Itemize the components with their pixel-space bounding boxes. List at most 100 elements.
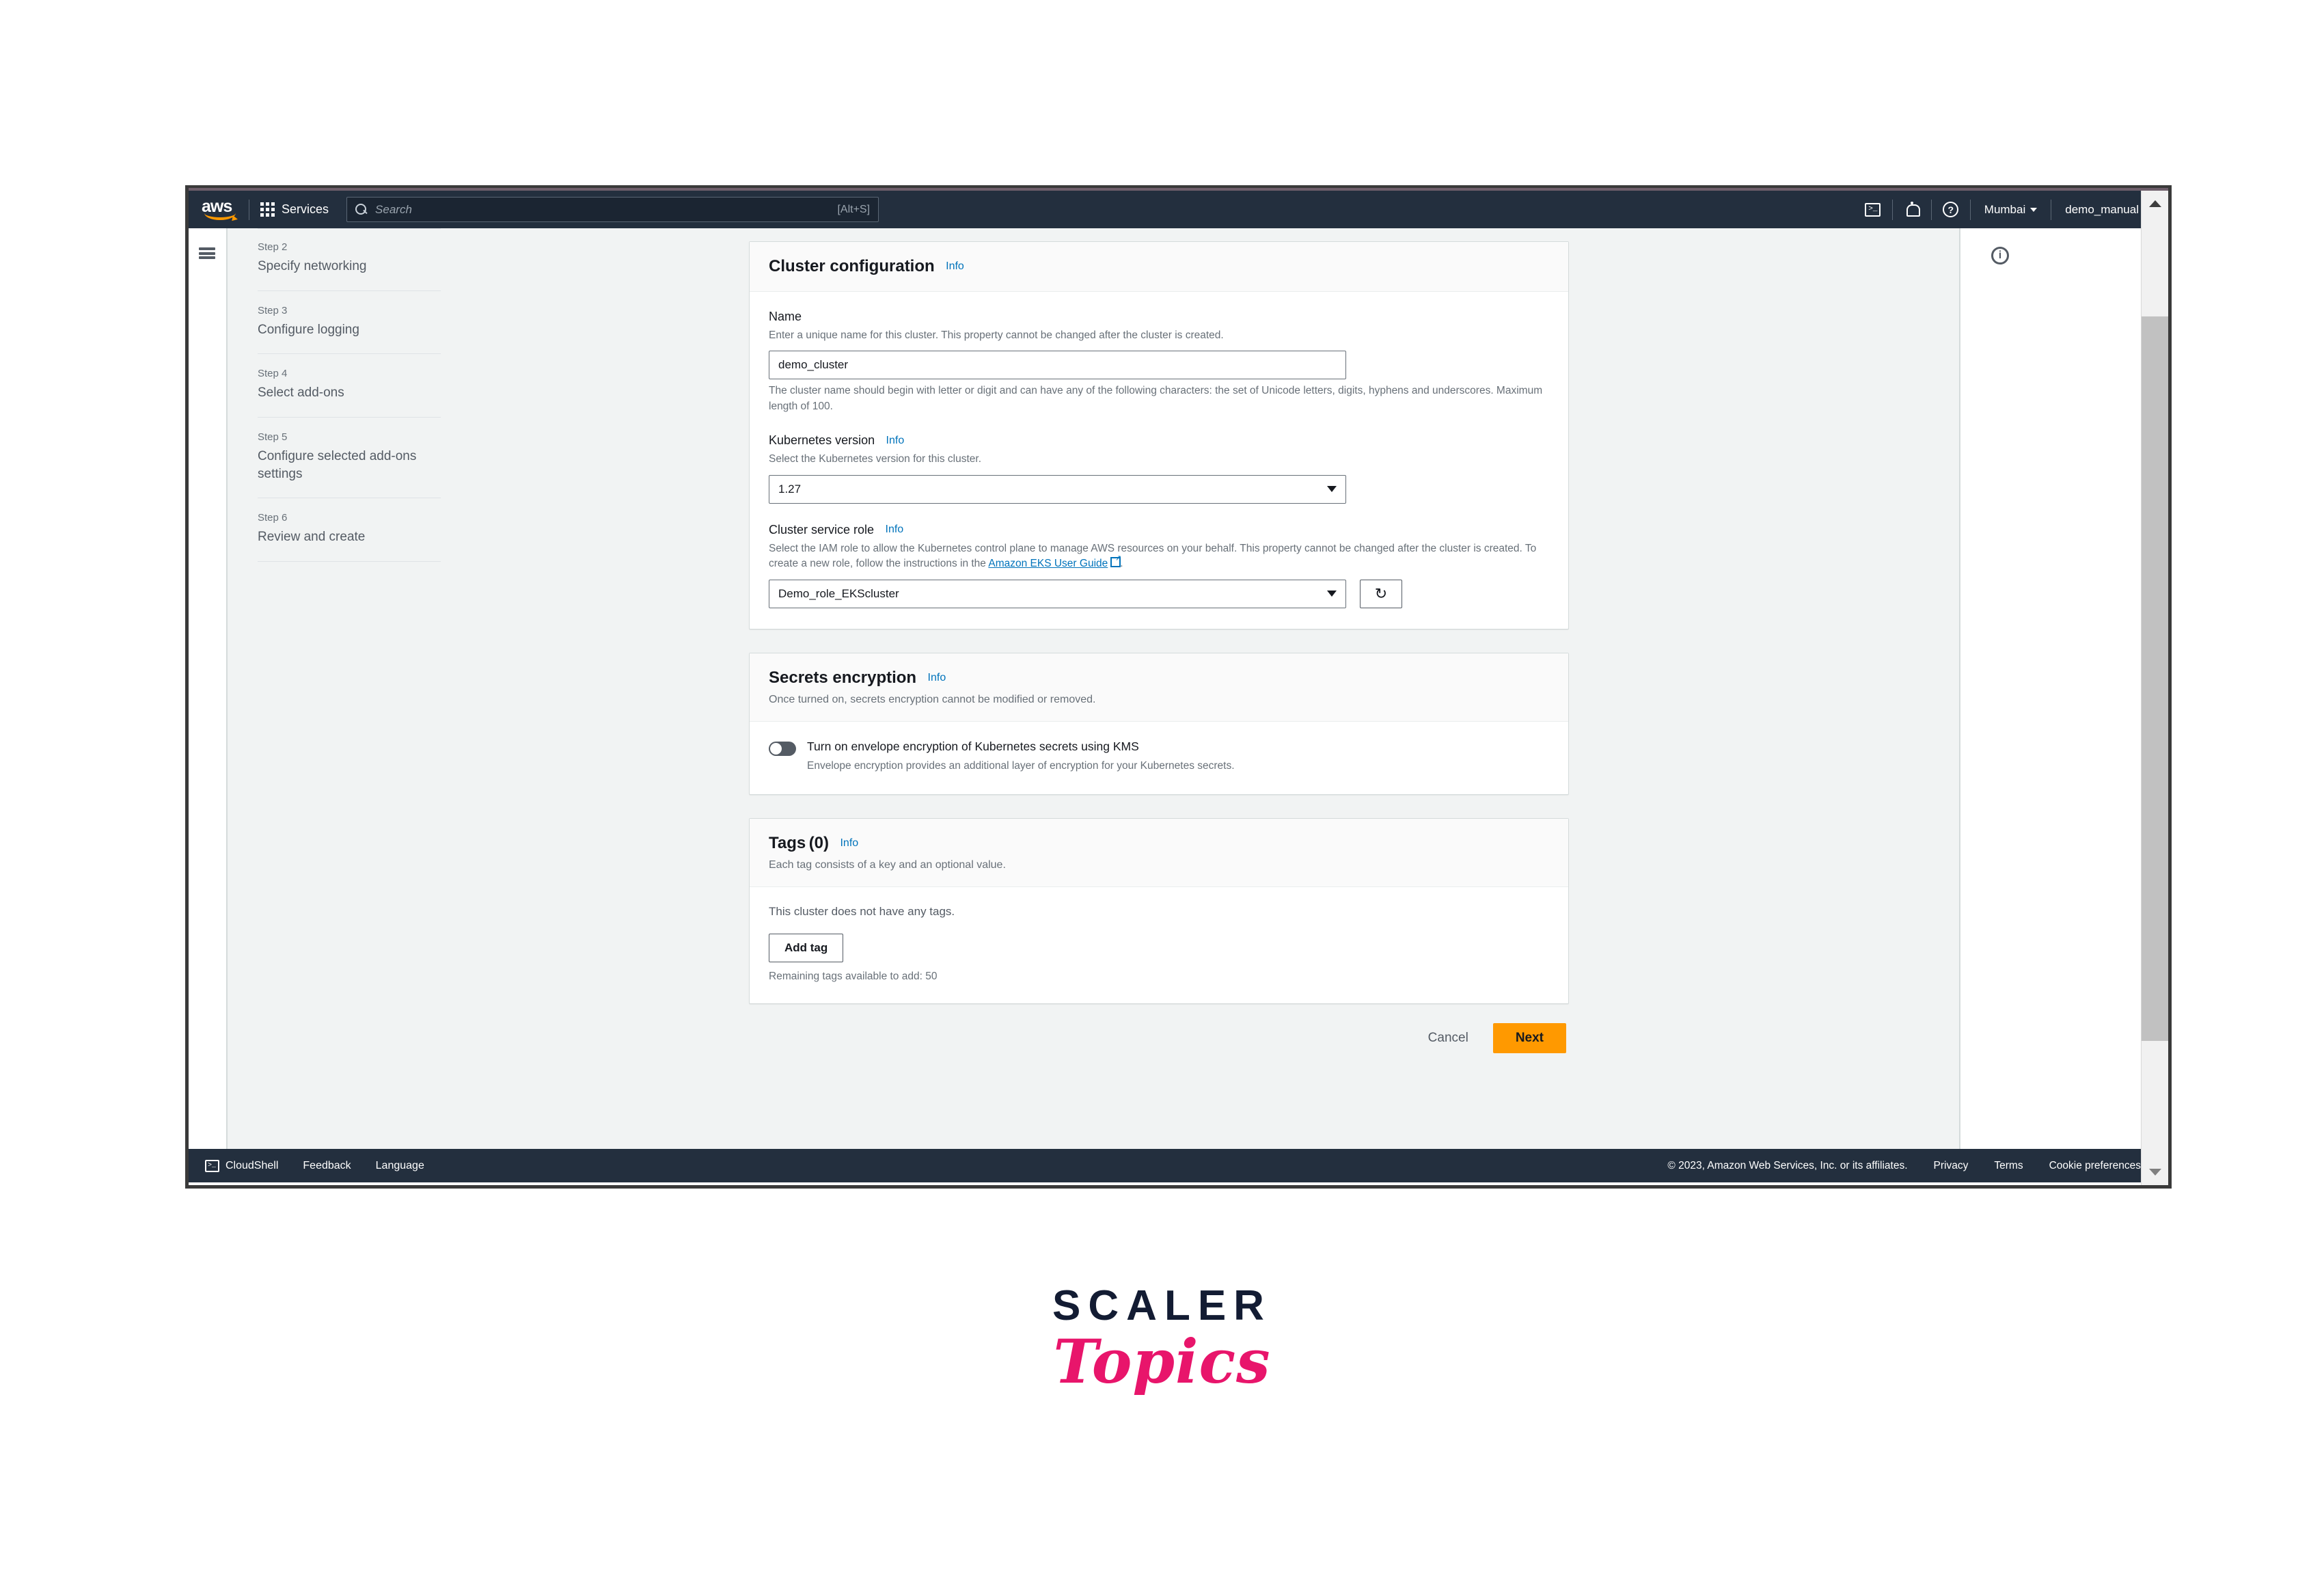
search-shortcut-hint: [Alt+S]: [837, 203, 871, 215]
secrets-encryption-card: Secrets encryption Info Once turned on, …: [749, 652, 1569, 796]
footer-feedback-link[interactable]: Feedback: [303, 1160, 351, 1172]
cluster-name-value: demo_cluster: [778, 358, 849, 372]
hamburger-menu-icon[interactable]: [199, 247, 215, 259]
refresh-icon: ↻: [1374, 584, 1388, 602]
envelope-encryption-label: Turn on envelope encryption of Kubernete…: [807, 739, 1139, 753]
step-title: Configure logging: [258, 322, 359, 337]
envelope-encryption-toggle[interactable]: [769, 741, 796, 756]
footer-cloudshell-label: CloudShell: [225, 1159, 279, 1171]
refresh-roles-button[interactable]: ↻: [1360, 579, 1402, 608]
footer-privacy-link[interactable]: Privacy: [1934, 1160, 1969, 1172]
notifications-button[interactable]: [1893, 191, 1931, 228]
step-title: Select add-ons: [258, 385, 344, 401]
card-body: This cluster does not have any tags. Add…: [750, 887, 1568, 1003]
aws-smile-icon: [204, 213, 236, 220]
card-body: Name Enter a unique name for this cluste…: [750, 292, 1568, 629]
cluster-create-form: Cluster configuration Info Name Enter a …: [749, 241, 1569, 1054]
info-link[interactable]: Info: [946, 260, 964, 273]
hint-text-part1: Select the IAM role to allow the Kuberne…: [769, 542, 1537, 570]
scroll-up-button[interactable]: [2142, 191, 2168, 217]
bell-icon: [1905, 201, 1920, 217]
field-kubernetes-version: Kubernetes version Info Select the Kuber…: [769, 433, 1549, 504]
footer-terms-link[interactable]: Terms: [1994, 1160, 2023, 1172]
card-body: Turn on envelope encryption of Kubernete…: [750, 722, 1568, 794]
footer-language-link[interactable]: Language: [376, 1160, 424, 1172]
tags-description: Each tag consists of a key and an option…: [769, 859, 1006, 871]
account-label: demo_manual: [2065, 202, 2139, 216]
chevron-down-icon: [1327, 591, 1337, 597]
tags-remaining-text: Remaining tags available to add: 50: [769, 971, 938, 983]
field-cluster-service-role: Cluster service role Info Select the IAM…: [769, 523, 1549, 608]
external-link-icon: [1110, 555, 1121, 568]
service-role-row: Demo_role_EKScluster ↻: [769, 572, 1549, 608]
step-kicker: Step 4: [258, 368, 288, 380]
card-header: Tags (0) Info Each tag consists of a key…: [750, 819, 1568, 888]
kubernetes-version-label: Kubernetes version: [769, 433, 875, 448]
name-constraint: The cluster name should begin with lette…: [769, 385, 1543, 412]
cluster-name-input[interactable]: demo_cluster: [769, 351, 1346, 380]
add-tag-button[interactable]: Add tag: [769, 934, 844, 963]
info-link[interactable]: Info: [886, 524, 904, 536]
service-role-label: Cluster service role: [769, 522, 875, 537]
toggle-knob: [770, 742, 782, 755]
chevron-down-icon: [1327, 486, 1337, 493]
info-link[interactable]: Info: [886, 435, 905, 447]
wizard-actions: Cancel Next: [749, 1023, 1569, 1054]
info-link[interactable]: Info: [840, 837, 858, 850]
page-title: Cluster configuration: [769, 257, 935, 275]
service-role-value: Demo_role_EKScluster: [778, 586, 899, 600]
tags-title: Tags: [769, 834, 806, 853]
step-kicker: Step 3: [258, 304, 288, 316]
region-label: Mumbai: [1984, 202, 2026, 216]
cloudshell-button[interactable]: [1854, 191, 1892, 228]
kubernetes-version-value: 1.27: [778, 482, 802, 496]
info-circle-icon[interactable]: i: [1991, 247, 2009, 264]
search-placeholder: Search: [375, 202, 412, 216]
step-title: Configure selected add-ons settings: [258, 448, 417, 481]
scaler-topics-watermark: SCALER Topics: [0, 1285, 2324, 1392]
scrollbar-thumb[interactable]: [2142, 316, 2168, 1041]
scaler-wordmark: SCALER: [1052, 1282, 1272, 1329]
main-content: Cluster configuration Info Name Enter a …: [461, 228, 1959, 1149]
footer-language-label: Language: [375, 1159, 424, 1171]
cluster-service-role-select[interactable]: Demo_role_EKScluster: [769, 579, 1346, 608]
help-panel: i: [1959, 228, 2141, 1149]
scroll-down-button[interactable]: [2142, 1159, 2168, 1185]
region-selector[interactable]: Mumbai: [1971, 191, 2051, 228]
help-button[interactable]: ?: [1932, 191, 1970, 228]
sidebar-item-step-6[interactable]: Step 6 Review and create: [258, 498, 441, 562]
cancel-button[interactable]: Cancel: [1428, 1031, 1468, 1046]
sidebar-item-step-2[interactable]: Step 2 Specify networking: [258, 228, 441, 291]
sidebar-item-step-3[interactable]: Step 3 Configure logging: [258, 291, 441, 355]
search-input[interactable]: Search [Alt+S]: [346, 197, 879, 222]
service-role-hint: Select the IAM role to allow the Kuberne…: [769, 541, 1549, 572]
aws-logo[interactable]: aws: [189, 198, 249, 221]
next-button[interactable]: Next: [1492, 1023, 1566, 1054]
footer-feedback-label: Feedback: [303, 1159, 351, 1171]
secrets-encryption-title: Secrets encryption: [769, 668, 917, 687]
kubernetes-version-select[interactable]: 1.27: [769, 474, 1346, 504]
envelope-encryption-row: Turn on envelope encryption of Kubernete…: [769, 740, 1549, 774]
services-menu-button[interactable]: Services: [249, 198, 338, 221]
footer-cloudshell-button[interactable]: CloudShell: [205, 1159, 279, 1172]
page-body: Step 2 Specify networking Step 3 Configu…: [189, 228, 2168, 1149]
eks-user-guide-link[interactable]: Amazon EKS User Guide: [988, 558, 1108, 569]
sidebar-item-step-4[interactable]: Step 4 Select add-ons: [258, 354, 441, 418]
aws-logo-text: aws: [202, 196, 232, 216]
sidebar-item-step-5[interactable]: Step 5 Configure selected add-ons settin…: [258, 418, 441, 499]
info-link[interactable]: Info: [928, 672, 946, 684]
toggle-text-group: Turn on envelope encryption of Kubernete…: [807, 740, 1235, 774]
left-rail: [189, 228, 228, 1149]
search-icon: [355, 204, 367, 215]
services-label: Services: [282, 202, 329, 216]
cloudshell-icon: [1865, 202, 1881, 217]
wizard-steps-sidebar: Step 2 Specify networking Step 3 Configu…: [229, 228, 461, 1149]
card-header: Cluster configuration Info: [750, 242, 1568, 292]
footer-cookie-preferences-link[interactable]: Cookie preferences: [2049, 1160, 2141, 1172]
browser-window: aws Services Search [Alt+S] >_ ? Mumbai …: [185, 185, 2172, 1189]
kubernetes-version-hint: Select the Kubernetes version for this c…: [769, 453, 982, 465]
tags-card: Tags (0) Info Each tag consists of a key…: [749, 818, 1569, 1005]
tags-empty-message: This cluster does not have any tags.: [769, 905, 955, 919]
vertical-scrollbar[interactable]: [2141, 191, 2168, 1185]
footer-right-group: © 2023, Amazon Web Services, Inc. or its…: [1667, 1160, 2168, 1172]
